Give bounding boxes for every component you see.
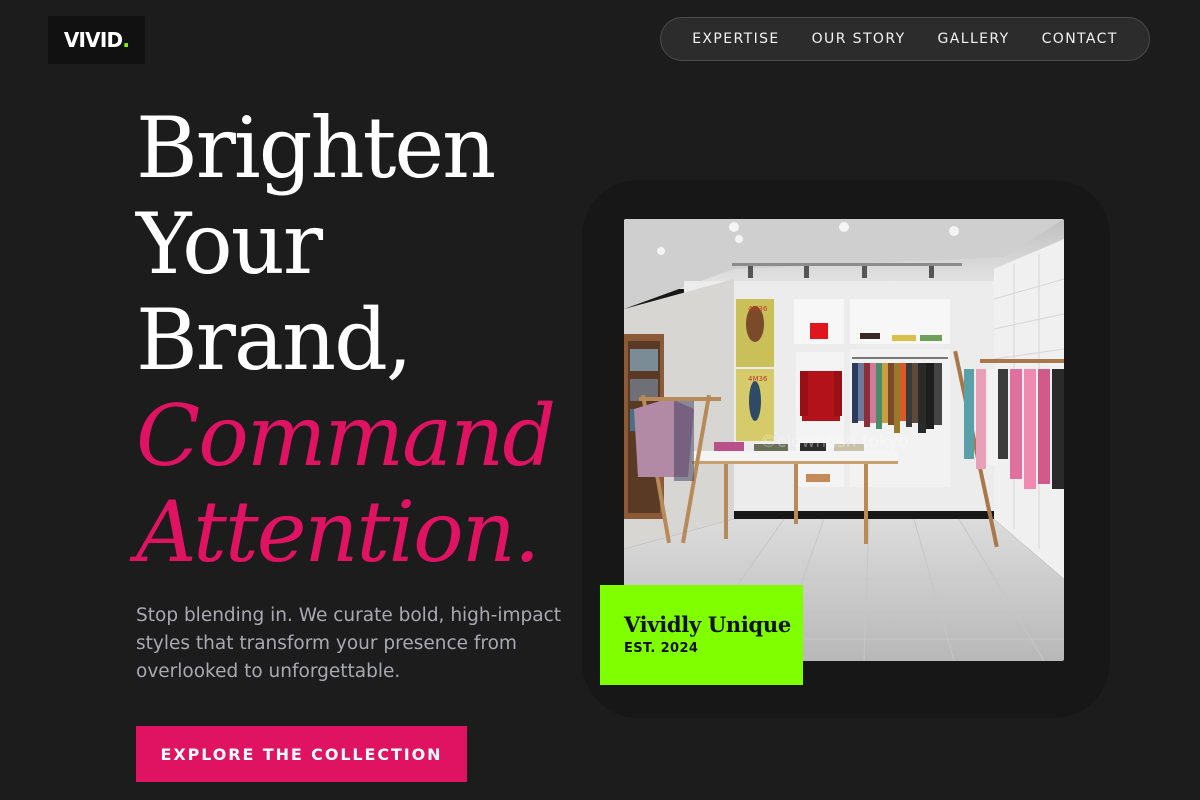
badge-title: Vividly Unique xyxy=(624,612,791,637)
headline-line-2: Your xyxy=(136,195,323,293)
headline-line-3: Brand, xyxy=(136,291,413,389)
poster-label: 4M36 xyxy=(748,305,768,313)
hero-lede: Stop blending in. We curate bold, high-i… xyxy=(136,605,561,682)
nav-item-gallery[interactable]: GALLERY xyxy=(922,31,1026,47)
poster-label-2: 4M36 xyxy=(748,375,768,383)
brand-name: VIVID xyxy=(63,28,123,52)
brand-dot: . xyxy=(122,28,130,52)
explore-collection-button[interactable]: EXPLORE THE COLLECTION xyxy=(136,726,467,782)
headline-line-1: Brighten xyxy=(136,99,496,197)
brand-logo[interactable]: VIVID. xyxy=(48,16,145,64)
photo-watermark: ©clownfish tokyo xyxy=(760,432,909,452)
nav-item-our-story[interactable]: OUR STORY xyxy=(796,31,922,47)
headline-accent-line-1: Command xyxy=(136,387,556,485)
nav-item-contact[interactable]: CONTACT xyxy=(1026,31,1134,47)
badge-subtitle: EST. 2024 xyxy=(624,641,699,656)
main-nav: EXPERTISE OUR STORY GALLERY CONTACT xyxy=(660,17,1150,61)
feature-badge: Vividly Unique EST. 2024 xyxy=(600,585,803,685)
nav-item-expertise[interactable]: EXPERTISE xyxy=(676,31,795,47)
headline-accent-line-2: Attention. xyxy=(136,483,541,581)
hero-headline: Brighten Your Brand, Command Attention. xyxy=(136,99,556,581)
